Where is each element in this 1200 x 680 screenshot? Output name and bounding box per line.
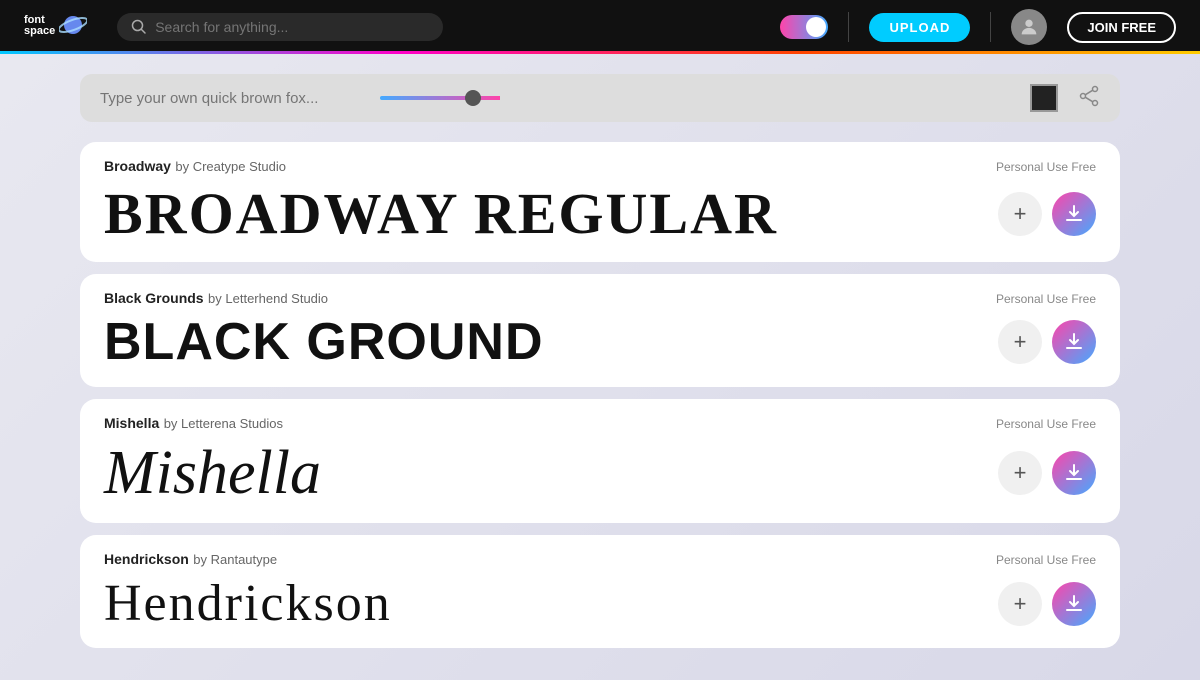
share-icon[interactable]	[1078, 85, 1100, 112]
main-content: Broadway by Creatype Studio Personal Use…	[0, 54, 1200, 680]
download-button[interactable]	[1052, 192, 1096, 236]
font-card-body: BLACK GROUND +	[104, 314, 1096, 371]
font-title: Broadway by Creatype Studio	[104, 158, 286, 176]
font-author: by Letterhend Studio	[208, 291, 328, 306]
font-name: Hendrickson	[104, 551, 189, 567]
font-actions: +	[998, 192, 1096, 236]
toggle-knob	[806, 17, 826, 37]
download-icon	[1064, 594, 1084, 614]
download-button[interactable]	[1052, 582, 1096, 626]
download-icon	[1064, 332, 1084, 352]
font-size-slider[interactable]	[380, 96, 580, 100]
search-icon	[131, 19, 147, 35]
logo[interactable]: font space	[24, 15, 87, 39]
font-card-blackgrounds: Black Grounds by Letterhend Studio Perso…	[80, 274, 1120, 387]
font-card-header: Broadway by Creatype Studio Personal Use…	[104, 158, 1096, 176]
font-card-header: Black Grounds by Letterhend Studio Perso…	[104, 290, 1096, 308]
planet-icon	[59, 11, 87, 39]
add-to-collection-button[interactable]: +	[998, 451, 1042, 495]
font-author: by Letterena Studios	[164, 416, 283, 431]
font-actions: +	[998, 451, 1096, 495]
color-picker[interactable]	[1030, 84, 1058, 112]
font-preview: Broadway Regular	[104, 182, 778, 246]
font-title: Mishella by Letterena Studios	[104, 415, 283, 433]
font-card-mishella: Mishella by Letterena Studios Personal U…	[80, 399, 1120, 523]
preview-text-input[interactable]	[100, 90, 360, 107]
header: font space UPLOAD JOIN FREE	[0, 0, 1200, 54]
header-rainbow-bar	[0, 51, 1200, 54]
download-button[interactable]	[1052, 320, 1096, 364]
font-card-header: Hendrickson by Rantautype Personal Use F…	[104, 551, 1096, 569]
font-card-body: Broadway Regular +	[104, 182, 1096, 246]
search-input[interactable]	[155, 19, 429, 35]
preview-bar	[80, 74, 1120, 122]
font-preview: BLACK GROUND	[104, 314, 544, 371]
font-license: Personal Use Free	[996, 292, 1096, 306]
download-button[interactable]	[1052, 451, 1096, 495]
font-card-broadway: Broadway by Creatype Studio Personal Use…	[80, 142, 1120, 262]
font-author: by Creatype Studio	[175, 159, 286, 174]
header-divider	[848, 12, 849, 42]
font-card-hendrickson: Hendrickson by Rantautype Personal Use F…	[80, 535, 1120, 648]
download-icon	[1064, 204, 1084, 224]
font-preview: Hendrickson	[104, 575, 392, 632]
add-to-collection-button[interactable]: +	[998, 192, 1042, 236]
download-icon	[1064, 463, 1084, 483]
font-actions: +	[998, 582, 1096, 626]
font-name: Black Grounds	[104, 290, 204, 306]
theme-toggle[interactable]	[780, 15, 828, 39]
font-title: Hendrickson by Rantautype	[104, 551, 277, 569]
join-free-button[interactable]: JOIN FREE	[1067, 12, 1176, 43]
font-author: by Rantautype	[193, 552, 277, 567]
font-card-header: Mishella by Letterena Studios Personal U…	[104, 415, 1096, 433]
search-bar[interactable]	[117, 13, 443, 41]
font-name: Mishella	[104, 415, 159, 431]
font-card-body: Mishella +	[104, 439, 1096, 507]
font-license: Personal Use Free	[996, 553, 1096, 567]
user-avatar[interactable]	[1011, 9, 1047, 45]
font-actions: +	[998, 320, 1096, 364]
font-list: Broadway by Creatype Studio Personal Use…	[80, 142, 1120, 648]
font-license: Personal Use Free	[996, 417, 1096, 431]
font-license: Personal Use Free	[996, 160, 1096, 174]
font-preview: Mishella	[104, 439, 321, 507]
user-icon	[1018, 16, 1040, 38]
upload-button[interactable]: UPLOAD	[869, 13, 970, 42]
header-divider-2	[990, 12, 991, 42]
font-name: Broadway	[104, 158, 171, 174]
font-card-body: Hendrickson +	[104, 575, 1096, 632]
size-slider-container	[380, 96, 1010, 100]
font-title: Black Grounds by Letterhend Studio	[104, 290, 328, 308]
add-to-collection-button[interactable]: +	[998, 582, 1042, 626]
add-to-collection-button[interactable]: +	[998, 320, 1042, 364]
